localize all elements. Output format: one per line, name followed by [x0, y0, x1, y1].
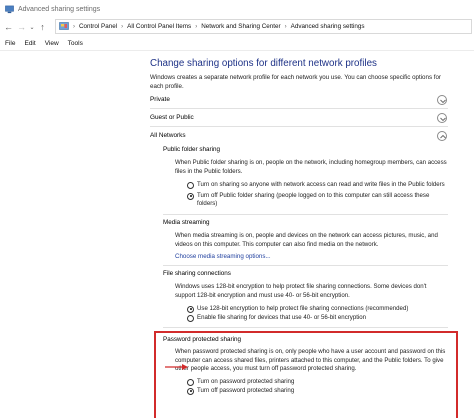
main-content: Change sharing options for different net…: [0, 51, 474, 418]
recent-locations-chevron-icon[interactable]: ⌄: [28, 21, 36, 34]
breadcrumb-control-panel[interactable]: Control Panel: [79, 23, 117, 30]
address-bar[interactable]: › Control Panel › All Control Panel Item…: [55, 19, 472, 34]
public-folder-off-option[interactable]: Turn off Public folder sharing (people l…: [187, 192, 449, 209]
password-sharing-off-option[interactable]: Turn off password protected sharing: [187, 387, 437, 395]
profile-all-networks-header[interactable]: All Networks: [150, 132, 186, 139]
radio-button-selected[interactable]: [187, 192, 194, 200]
radio-label: Use 128-bit encryption to help protect f…: [197, 305, 409, 312]
radio-label: Turn on sharing so anyone with network a…: [197, 181, 445, 188]
radio-label: Turn off password protected sharing: [197, 387, 295, 394]
divider: [150, 126, 448, 127]
divider: [163, 327, 448, 328]
page-title: Change sharing options for different net…: [150, 58, 377, 69]
breadcrumb-separator-icon: ›: [73, 23, 75, 30]
radio-label: Turn on password protected sharing: [197, 378, 295, 385]
encryption-40-56-option[interactable]: Enable file sharing for devices that use…: [187, 314, 449, 322]
menu-view[interactable]: View: [45, 40, 59, 47]
public-folder-sharing-title: Public folder sharing: [163, 146, 221, 153]
file-sharing-connections-title: File sharing connections: [163, 270, 231, 277]
file-sharing-connections-description: Windows uses 128-bit encryption to help …: [175, 283, 427, 299]
profile-private-header[interactable]: Private: [150, 96, 170, 103]
password-sharing-on-option[interactable]: Turn on password protected sharing: [187, 378, 437, 386]
up-arrow-icon[interactable]: ↑: [36, 21, 49, 34]
breadcrumb-all-items[interactable]: All Control Panel Items: [127, 23, 191, 30]
profile-guest-header[interactable]: Guest or Public: [150, 114, 194, 121]
menu-edit[interactable]: Edit: [24, 40, 35, 47]
radio-label: Enable file sharing for devices that use…: [197, 314, 367, 321]
navigation-bar: ← → ⌄ ↑ › Control Panel › All Control Pa…: [0, 18, 474, 36]
radio-button[interactable]: [187, 378, 194, 386]
breadcrumb-network-center[interactable]: Network and Sharing Center: [201, 23, 280, 30]
highlight-box: [154, 331, 458, 418]
password-protected-sharing-description: When password protected sharing is on, o…: [175, 348, 446, 373]
menu-tools[interactable]: Tools: [68, 40, 83, 47]
breadcrumb-separator-icon: ›: [121, 23, 124, 30]
control-panel-icon: [59, 22, 69, 30]
radio-button-selected[interactable]: [187, 305, 194, 313]
breadcrumb-advanced-sharing[interactable]: Advanced sharing settings: [291, 23, 365, 30]
public-folder-on-option[interactable]: Turn on sharing so anyone with network a…: [187, 181, 449, 189]
public-folder-sharing-description: When Public folder sharing is on, people…: [175, 159, 447, 175]
radio-button[interactable]: [187, 181, 194, 189]
menu-file[interactable]: File: [5, 40, 15, 47]
media-streaming-options-link[interactable]: Choose media streaming options...: [175, 253, 271, 260]
divider: [150, 108, 448, 109]
encryption-128-option[interactable]: Use 128-bit encryption to help protect f…: [187, 305, 449, 313]
divider: [163, 214, 448, 215]
intro-text: Windows creates a separate network profi…: [150, 74, 441, 90]
title-bar: Advanced sharing settings: [0, 0, 474, 18]
password-protected-sharing-title: Password protected sharing: [163, 336, 242, 343]
pointer-arrow-icon: [165, 364, 188, 370]
divider: [163, 265, 448, 266]
expand-chevron-icon[interactable]: [437, 95, 447, 105]
media-streaming-title: Media streaming: [163, 219, 210, 226]
media-streaming-description: When media streaming is on, people and d…: [175, 232, 438, 248]
radio-button-selected[interactable]: [187, 387, 194, 395]
breadcrumb-separator-icon: ›: [284, 23, 287, 30]
breadcrumb-separator-icon: ›: [195, 23, 198, 30]
radio-button[interactable]: [187, 314, 194, 322]
radio-label: Turn off Public folder sharing (people l…: [197, 192, 430, 208]
window-title: Advanced sharing settings: [18, 5, 101, 13]
menu-bar: File Edit View Tools: [0, 37, 474, 50]
expand-chevron-icon[interactable]: [437, 113, 447, 123]
collapse-chevron-icon[interactable]: [437, 131, 447, 141]
forward-arrow-icon[interactable]: →: [15, 21, 28, 34]
network-sharing-icon: [5, 5, 14, 13]
back-arrow-icon[interactable]: ←: [2, 21, 15, 34]
